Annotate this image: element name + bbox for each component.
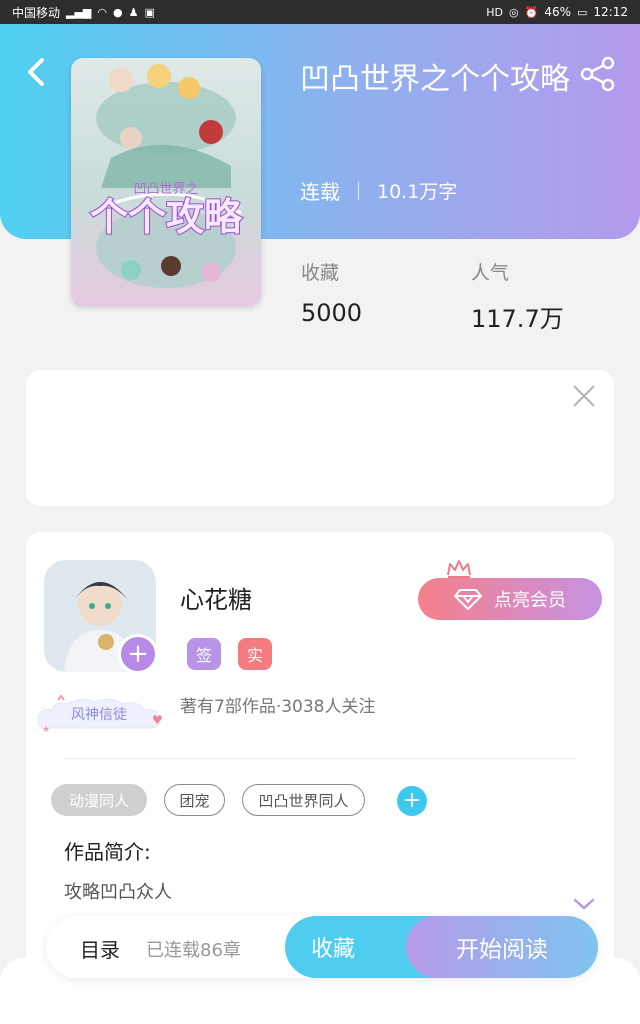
signal-icon: ▂▄▆ [66,5,92,19]
stat-popularity: 人气 117.7万 [471,258,564,334]
fans-title-text: 风神信徒 [71,707,127,723]
activate-vip-button[interactable]: 点亮会员 [418,578,602,620]
share-icon[interactable] [578,56,618,92]
stat-value: 5000 [301,299,363,327]
tag-chip[interactable]: 凹凸世界同人 [242,784,365,816]
book-cover-image[interactable]: 凹凸世界之 个个攻略 [71,58,261,306]
wifi-icon: ◠ [97,5,108,19]
cover-title: 个个攻略 [90,195,243,239]
follow-plus-icon[interactable]: + [118,634,158,674]
vip-button-label: 点亮会员 [494,590,566,611]
battery-percent: 46% [544,5,571,19]
book-meta: 连载 10.1万字 [300,176,457,205]
clock: 12:12 [593,5,628,19]
diamond-icon [454,589,482,610]
read-button-label: 开始阅读 [456,937,548,963]
stat-label: 人气 [471,262,510,284]
verified-author-badge: 实 [238,638,272,670]
section-divider [64,758,576,759]
status-bar: 中国移动 ▂▄▆ ◠ ● ♟ ▣ HD ◎ ⏰ 46% ▭ 12:12 [0,0,640,24]
intro-heading: 作品简介: [64,840,151,864]
chevron-down-icon[interactable] [572,896,596,912]
serial-status: 连载 [300,180,340,204]
stat-label: 收藏 [301,262,340,284]
start-reading-button[interactable]: 开始阅读 [406,916,598,978]
alarm-icon: ⏰ [524,5,539,19]
qq-icon: ♟ [128,5,139,19]
hd-icon: HD [486,5,504,19]
tag-chip[interactable]: 动漫同人 [51,784,147,816]
meta-divider [358,181,359,200]
back-arrow-icon[interactable] [22,52,52,92]
add-tag-button[interactable]: + [397,786,427,816]
tag-chip[interactable]: 团宠 [164,784,225,816]
battery-icon: ▭ [577,5,588,19]
carrier-label: 中国移动 [12,5,61,20]
table-of-contents-button[interactable]: 目录 [80,934,120,963]
favorites-button-label: 收藏 [311,937,356,962]
crown-icon [447,560,471,578]
stat-value: 117.7万 [471,305,564,333]
chapter-count[interactable]: 已连载86章 [146,936,241,962]
app-notification-icon: ▣ [144,5,155,19]
vibrate-icon: ◎ [509,5,519,19]
stat-favorites: 收藏 5000 [301,258,362,327]
signed-author-badge: 签 [187,638,221,670]
book-title: 凹凸世界之个个攻略 [300,62,570,97]
message-icon: ● [113,5,123,19]
author-stats: 著有7部作品·3038人关注 [180,697,376,717]
word-count: 10.1万字 [377,181,458,203]
author-name[interactable]: 心花糖 [180,580,252,615]
close-icon[interactable] [570,382,598,410]
intro-text: 攻略凹凸众人 [64,882,172,903]
ad-panel [26,370,614,506]
fans-title-badge: ♥ ★ 风神信徒 [34,694,164,735]
